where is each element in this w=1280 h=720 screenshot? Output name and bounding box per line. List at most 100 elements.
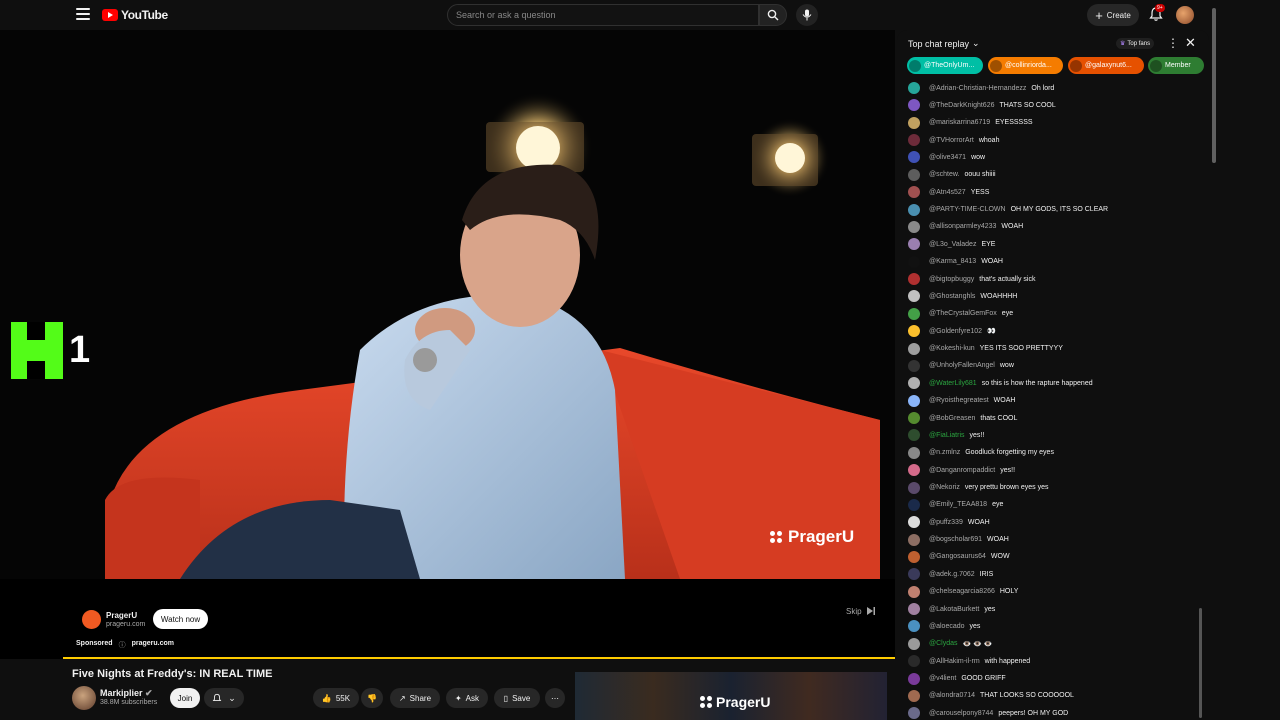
chat-user-avatar[interactable] (908, 516, 920, 529)
chat-username[interactable]: @PARTY-TIME-CLOWN (929, 206, 1006, 213)
chat-username[interactable]: @Clydas (929, 640, 958, 647)
chat-username[interactable]: @TheDarkKnight626 (929, 102, 994, 109)
chat-message[interactable]: @adek.g.7062 IRIS (908, 566, 993, 582)
chat-username[interactable]: @v4lient (929, 675, 956, 682)
dislike-button[interactable]: 👎 (361, 688, 383, 708)
chat-username[interactable]: @WaterLily681 (929, 380, 977, 387)
chat-user-avatar[interactable] (908, 655, 920, 668)
chat-user-avatar[interactable] (908, 134, 920, 147)
menu-icon[interactable] (76, 8, 90, 20)
chat-message[interactable]: @Kokeshi-kun YES ITS SOO PRETTYYY (908, 341, 1063, 357)
chat-user-avatar[interactable] (908, 568, 920, 581)
chat-user-avatar[interactable] (908, 533, 920, 546)
join-button[interactable]: Join (170, 688, 200, 708)
chat-username[interactable]: @Atn4s527 (929, 189, 966, 196)
chat-username[interactable]: @allisonparmley4233 (929, 223, 996, 230)
chat-user-avatar[interactable] (908, 394, 920, 407)
chat-username[interactable]: @schtew. (929, 171, 959, 178)
chat-user-avatar[interactable] (908, 307, 920, 320)
search-button[interactable] (759, 4, 787, 26)
chat-username[interactable]: @UnholyFallenAngel (929, 362, 995, 369)
chat-username[interactable]: @Ghostanghls (929, 293, 975, 300)
chat-user-avatar[interactable] (908, 481, 920, 494)
chat-user-avatar[interactable] (908, 116, 920, 129)
chat-user-avatar[interactable] (908, 203, 920, 216)
page-scrollbar-thumb[interactable] (1212, 8, 1216, 163)
chat-message[interactable]: @allisonparmley4233 WOAH (908, 219, 1023, 235)
chat-username[interactable]: @LakotaBurkett (929, 606, 979, 613)
chat-user-avatar[interactable] (908, 255, 920, 268)
chat-username[interactable]: @mariskarrina6719 (929, 119, 990, 126)
chat-message[interactable]: @UnholyFallenAngel wow (908, 358, 1014, 374)
chat-message[interactable]: @n.zmlnz Goodluck forgetting my eyes (908, 445, 1054, 461)
chat-message[interactable]: @LakotaBurkett yes (908, 601, 995, 617)
chat-message[interactable]: @Emily_TEAA818 eye (908, 497, 1003, 513)
chat-username[interactable]: @puffz339 (929, 519, 963, 526)
chat-message[interactable]: @TVHorrorArt whoah (908, 132, 999, 148)
chat-user-avatar[interactable] (908, 620, 920, 633)
chat-message[interactable]: @v4lient GOOD GRIFF (908, 671, 1006, 687)
chat-user-avatar[interactable] (908, 82, 920, 94)
info-icon[interactable]: ⓘ (119, 640, 126, 650)
chat-message[interactable]: @Atn4s527 YESS (908, 184, 989, 200)
chat-user-avatar[interactable] (908, 377, 920, 390)
chat-message[interactable]: @bogscholar691 WOAH (908, 532, 1009, 548)
voice-search-button[interactable] (796, 4, 818, 26)
chat-message[interactable]: @AllHakim-il-rm with happened (908, 653, 1030, 669)
chat-username[interactable]: @Emily_TEAA818 (929, 501, 987, 508)
chat-username[interactable]: @n.zmlnz (929, 449, 960, 456)
chat-username[interactable]: @Karma_8413 (929, 258, 976, 265)
chat-user-avatar[interactable] (908, 220, 920, 233)
chat-message[interactable]: @carouselpony8744 peepers! OH MY GOD (908, 705, 1068, 720)
chat-user-avatar[interactable] (908, 186, 920, 199)
chat-message[interactable]: @Karma_8413 WOAH (908, 254, 1003, 270)
chat-message[interactable]: @BobGreasen thats COOL (908, 410, 1017, 426)
youtube-logo[interactable]: YouTube (102, 8, 168, 22)
video-player[interactable]: 1 PragerU (0, 30, 895, 579)
ask-button[interactable]: ✦ Ask (446, 688, 488, 708)
chat-username[interactable]: @Goldenfyre102 (929, 328, 982, 335)
chat-username[interactable]: @bogscholar691 (929, 536, 982, 543)
chat-message[interactable]: @bigtopbuggy that's actually sick (908, 271, 1035, 287)
channel-name[interactable]: Markiplier ✔ (100, 688, 153, 699)
chat-username[interactable]: @Gangosaurus64 (929, 553, 986, 560)
share-button[interactable]: ↗ Share (390, 688, 440, 708)
top-fans-button[interactable]: ♛ Top fans (1116, 38, 1155, 49)
chat-message[interactable]: @TheDarkKnight626 THATS SO COOL (908, 97, 1056, 113)
chat-username[interactable]: @Nekoriz (929, 484, 960, 491)
chat-user-avatar[interactable] (908, 342, 920, 355)
watch-now-button[interactable]: Watch now (153, 609, 208, 629)
chat-username[interactable]: @BobGreasen (929, 415, 975, 422)
chat-user-avatar[interactable] (908, 290, 920, 303)
chat-user-avatar[interactable] (908, 672, 920, 685)
notification-preference-button[interactable]: ⌄ (204, 688, 244, 708)
chat-user-avatar[interactable] (908, 359, 920, 372)
chat-message[interactable]: @Adrian-Christian-Hernandezz Oh lord (908, 80, 1054, 96)
chat-user-avatar[interactable] (908, 412, 920, 425)
chat-user-avatar[interactable] (908, 325, 920, 338)
chat-message[interactable]: @Danganrompaddict yes!! (908, 462, 1015, 478)
chat-user-avatar[interactable] (908, 707, 920, 720)
skip-ad-button[interactable]: Skip (846, 606, 876, 616)
chat-message[interactable]: @schtew. oouu shiiii (908, 167, 996, 183)
chat-message[interactable]: @chelseagarcia8266 HOLY (908, 584, 1018, 600)
account-avatar[interactable] (1176, 6, 1194, 24)
ad-progress-bar[interactable] (63, 657, 895, 659)
chat-message[interactable]: @L3o_Valadez EYE (908, 236, 995, 252)
save-button[interactable]: ▯ Save (494, 688, 540, 708)
chat-user-avatar[interactable] (908, 637, 920, 650)
chat-message[interactable]: @aloecado yes (908, 618, 980, 634)
fan-chip[interactable]: Member (1148, 57, 1204, 74)
chat-username[interactable]: @Adrian-Christian-Hernandezz (929, 85, 1026, 92)
advertiser-name[interactable]: PragerU (106, 611, 137, 620)
chat-username[interactable]: @TheCrystalGemFox (929, 310, 997, 317)
chat-username[interactable]: @Danganrompaddict (929, 467, 995, 474)
fan-chip[interactable]: @TheOnlyUm... (907, 57, 983, 74)
chat-message[interactable]: @WaterLily681 so this is how the rapture … (908, 375, 1093, 391)
advertiser-logo[interactable] (82, 610, 101, 629)
page-scrollbar[interactable] (1210, 0, 1218, 720)
search-input[interactable]: Search or ask a question (447, 4, 759, 26)
chat-username[interactable]: @adek.g.7062 (929, 571, 975, 578)
chat-user-avatar[interactable] (908, 238, 920, 251)
chat-user-avatar[interactable] (908, 446, 920, 459)
